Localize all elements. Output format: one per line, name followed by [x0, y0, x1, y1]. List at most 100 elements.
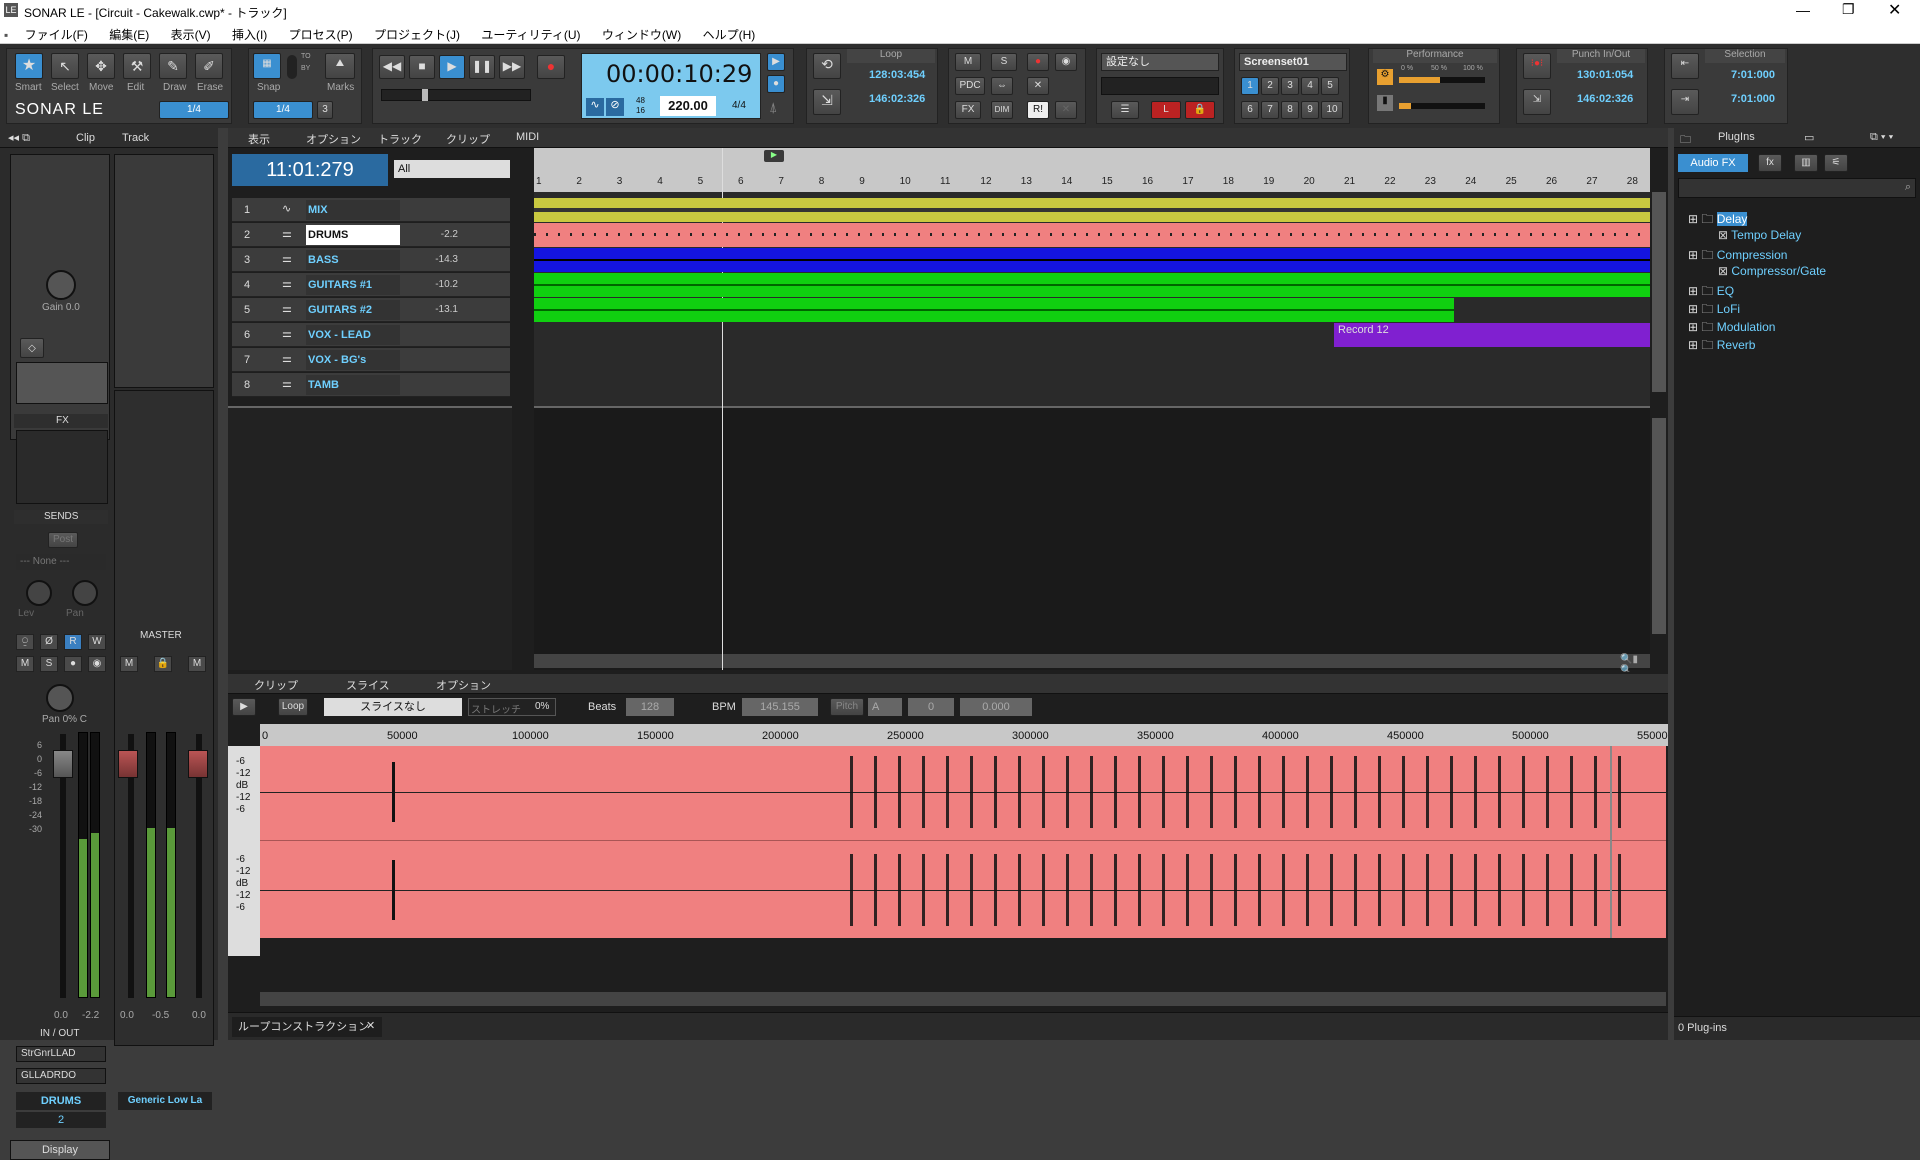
track-row-3[interactable]: 3 ⚌ BASS -14.3 — [232, 248, 510, 272]
clip-guitars-2[interactable] — [534, 298, 1454, 322]
zoom-icons[interactable]: 🔍▮🔍 — [1620, 654, 1650, 676]
selection-end-icon[interactable]: ⇥ — [1671, 89, 1699, 115]
strip-arm-icon[interactable]: ● — [64, 656, 82, 672]
tempo-field[interactable]: 220.00 — [660, 96, 716, 116]
track-volume[interactable]: -2.2 — [408, 223, 458, 247]
write-automation-button[interactable]: W — [88, 634, 106, 650]
screenset-9[interactable]: 9 — [1301, 101, 1319, 119]
loop-start[interactable]: 128:03:454 — [869, 69, 925, 81]
snap-grid-icon[interactable]: ▦ — [253, 53, 281, 79]
lc-menu-slice[interactable]: スライス — [346, 677, 390, 693]
horizontal-scrollbar[interactable] — [534, 654, 1650, 668]
pdc-button[interactable]: PDC — [955, 77, 985, 95]
master-fader-right[interactable] — [188, 750, 208, 778]
stretch-field[interactable]: ストレッチ 0% — [468, 698, 556, 716]
keybinding-field[interactable] — [1101, 77, 1219, 95]
selection-start[interactable]: 7:01:000 — [1731, 69, 1775, 81]
punch-end[interactable]: 146:02:326 — [1577, 93, 1633, 105]
disabled-icon[interactable]: ✕ — [1055, 101, 1077, 119]
track-name[interactable]: TAMB — [306, 375, 400, 395]
tv-menu-view[interactable]: 表示 — [248, 131, 270, 147]
mute-all-button[interactable]: M — [955, 53, 981, 71]
mix-link-icon[interactable]: ⇔ — [991, 77, 1013, 95]
loop-end[interactable]: 146:02:326 — [869, 93, 925, 105]
metronome-icon[interactable]: ⍋ — [769, 99, 777, 116]
tab-track[interactable]: Track — [122, 132, 149, 144]
track-fader[interactable] — [53, 750, 73, 778]
midi-fx-icon[interactable]: fx — [1758, 154, 1782, 172]
track-row-4[interactable]: 4 ⚌ GUITARS #1 -10.2 — [232, 273, 510, 297]
track-name[interactable]: GUITARS #1 — [306, 275, 400, 295]
read-automation-button[interactable]: R — [64, 634, 82, 650]
r-button[interactable]: R! — [1027, 101, 1049, 119]
clip-mix[interactable] — [534, 198, 1650, 222]
pause-icon[interactable]: ❚❚ — [469, 55, 495, 79]
rec-mode-icon[interactable]: ● — [767, 75, 785, 93]
selection-start-icon[interactable]: ⇤ — [1671, 53, 1699, 79]
solo-all-button[interactable]: S — [991, 53, 1017, 71]
dim-button[interactable]: DIM — [991, 101, 1013, 119]
screenset-3[interactable]: 3 — [1281, 77, 1299, 95]
tv-menu-options[interactable]: オプション — [306, 131, 361, 147]
metronome-off-icon[interactable]: ⊘ — [606, 98, 624, 116]
track-row-2[interactable]: 2 ⚌ DRUMS -2.2 — [232, 223, 510, 247]
track-row-5[interactable]: 5 ⚌ GUITARS #2 -13.1 — [232, 298, 510, 322]
rewind-icon[interactable]: ◀◀ — [379, 55, 405, 79]
screenset-8[interactable]: 8 — [1281, 101, 1299, 119]
track-name[interactable]: BASS — [306, 250, 400, 270]
input-dropdown[interactable]: StrGnrLLAD — [16, 1046, 106, 1062]
tab-close-icon[interactable]: ✕ — [366, 1019, 375, 1032]
punch-set-icon[interactable]: ⇲ — [1523, 89, 1551, 115]
edit-tool-icon[interactable]: ⚒ — [123, 53, 151, 79]
master-mute-button[interactable]: M — [120, 656, 138, 672]
punch-toggle-icon[interactable]: ⁝●⁝ — [1523, 53, 1551, 79]
tv-menu-midi[interactable]: MIDI — [516, 131, 539, 143]
track-volume[interactable]: -13.1 — [408, 298, 458, 322]
time-readout[interactable]: 00:00:10:29 — [606, 60, 752, 88]
record-icon[interactable]: ● — [537, 55, 565, 79]
inspector-menu-icon[interactable]: ◂◂ ⧉ — [8, 131, 30, 145]
pitch-button[interactable]: Pitch — [830, 698, 864, 716]
track-name[interactable]: DRUMS — [306, 225, 400, 245]
lc-menu-clip[interactable]: クリップ — [254, 677, 298, 693]
preview-play-icon[interactable]: ▶ — [232, 698, 256, 716]
screenset-6[interactable]: 6 — [1241, 101, 1259, 119]
fx-bin[interactable] — [16, 430, 108, 504]
plugin-item[interactable]: ⊠ Tempo Delay — [1718, 228, 1801, 242]
clip-drums[interactable] — [534, 223, 1650, 247]
snap-count-button[interactable]: 3 — [317, 101, 333, 119]
track-row-1[interactable]: 1 ∿ MIX — [232, 198, 510, 222]
plugin-layout-icon[interactable]: ⚟ — [1824, 154, 1848, 172]
pitch-cents[interactable]: 0.000 — [960, 698, 1032, 716]
input-echo-icon[interactable]: ◉ — [1055, 53, 1077, 71]
snap-value-button[interactable]: 1/4 — [159, 101, 229, 119]
marks-icon[interactable]: ⛰ — [325, 53, 355, 79]
screenset-dropdown[interactable]: Screenset01 — [1239, 53, 1347, 71]
select-tool-icon[interactable]: ↖ — [51, 53, 79, 79]
tab-clip[interactable]: Clip — [76, 132, 95, 144]
bpm-field[interactable]: 145.155 — [742, 698, 818, 716]
play-icon[interactable]: ▶ — [439, 55, 465, 79]
track-row-8[interactable]: 8 ⚌ TAMB — [232, 373, 510, 397]
send-dropdown[interactable]: --- None --- — [16, 554, 106, 570]
keybinding-dropdown[interactable]: 設定なし — [1101, 53, 1219, 71]
screenset-4[interactable]: 4 — [1301, 77, 1319, 95]
strip-track-name[interactable]: DRUMS — [16, 1092, 106, 1110]
lc-scrollbar[interactable] — [260, 992, 1666, 1006]
meter-field[interactable]: 4/4 — [732, 100, 746, 111]
now-marker-icon[interactable]: ▶ — [764, 150, 784, 162]
loop-toggle-icon[interactable]: ⟲ — [813, 53, 841, 79]
clip-vox-lead[interactable]: Record 12 — [1334, 323, 1650, 347]
track-volume[interactable]: -14.3 — [408, 248, 458, 272]
smart-tool-icon[interactable]: ★ — [15, 53, 43, 79]
pan-knob[interactable] — [46, 684, 74, 712]
loop-set-icon[interactable]: ⇲ — [813, 89, 841, 115]
lc-menu-options[interactable]: オプション — [436, 677, 491, 693]
phase-invert-icon[interactable]: Ø — [40, 634, 58, 650]
track-volume[interactable]: -10.2 — [408, 273, 458, 297]
lock-icon[interactable]: 🔒 — [1185, 101, 1215, 119]
erase-tool-icon[interactable]: ✐ — [195, 53, 223, 79]
track-filter-dropdown[interactable]: All — [394, 160, 510, 178]
track-name[interactable]: VOX - BG's — [306, 350, 400, 370]
master-m2-button[interactable]: M — [188, 656, 206, 672]
